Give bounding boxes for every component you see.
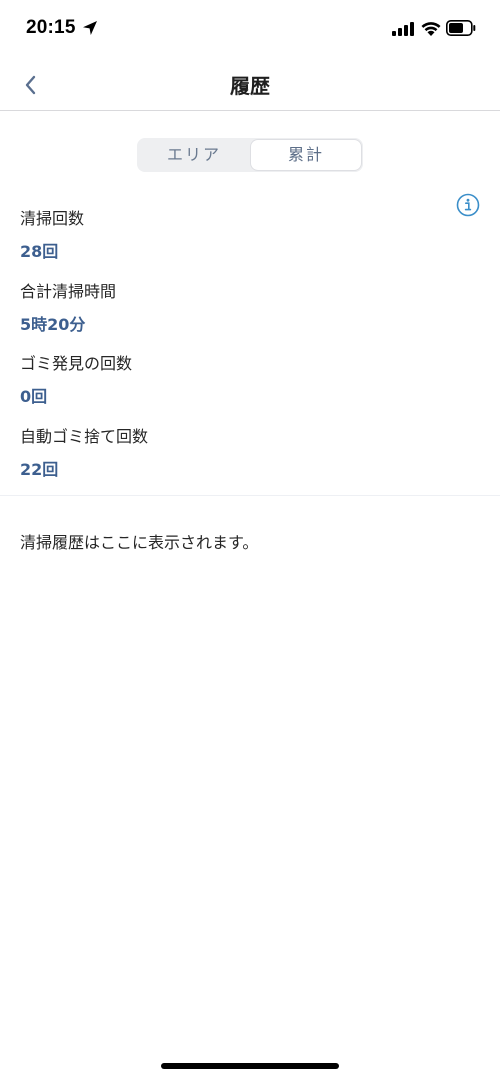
stat-value-cleaning-count: 28回 <box>20 242 59 261</box>
cellular-signal-icon <box>392 22 414 36</box>
stat-value-auto-empty: 22回 <box>20 460 59 479</box>
status-bar: 20:15 <box>0 0 500 62</box>
stat-label-total-time: 合計清掃時間 <box>20 282 117 301</box>
tab-cumulative[interactable]: 累計 <box>251 140 361 170</box>
stat-label-cleaning-count: 清掃回数 <box>20 209 85 228</box>
history-empty-message: 清掃履歴はここに表示されます。 <box>20 533 259 552</box>
nav-bar: 履歴 <box>0 62 500 111</box>
segmented-control: エリア 累計 <box>137 138 363 172</box>
stat-value-total-time: 5時20分 <box>20 315 86 334</box>
battery-icon <box>446 20 476 36</box>
section-divider <box>0 495 500 496</box>
stat-value-dirt-found: 0回 <box>20 387 48 406</box>
wifi-icon <box>421 22 441 36</box>
location-arrow-icon <box>83 21 97 35</box>
info-icon[interactable] <box>456 193 480 217</box>
stat-label-auto-empty: 自動ゴミ捨て回数 <box>20 427 149 446</box>
page-title: 履歴 <box>230 74 270 98</box>
history-screen: 20:15 履歴 エリア 累計 清掃回数 28回 合計清掃時間 5時20分 ゴミ… <box>0 0 500 1080</box>
home-indicator <box>161 1063 339 1069</box>
stat-label-dirt-found: ゴミ発見の回数 <box>20 354 133 373</box>
tab-area[interactable]: エリア <box>139 140 249 170</box>
status-time: 20:15 <box>26 17 76 38</box>
